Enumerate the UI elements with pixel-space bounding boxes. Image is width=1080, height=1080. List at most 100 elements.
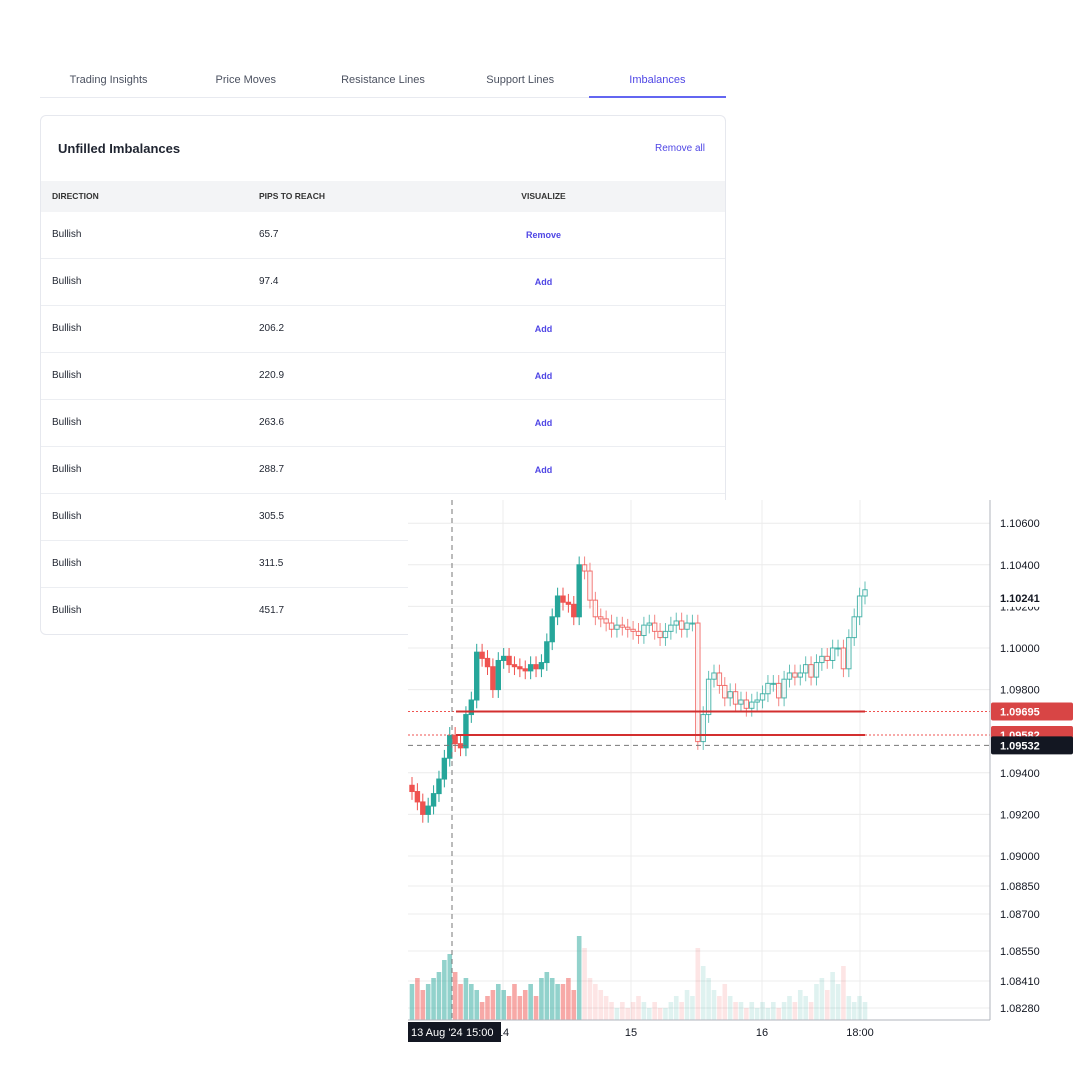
volume-bar <box>787 996 792 1020</box>
candle-body <box>506 655 512 666</box>
price-tick-label: 1.09000 <box>1000 851 1040 863</box>
candlestick-chart[interactable]: 1.106001.104001.102001.100001.098001.094… <box>408 500 1080 1045</box>
candle-body <box>727 691 733 699</box>
volume-bar <box>582 948 587 1020</box>
volume-bar <box>673 996 679 1020</box>
tab-imbalances[interactable]: Imbalances <box>588 60 727 98</box>
candle-body <box>662 630 669 639</box>
tab-price-moves[interactable]: Price Moves <box>177 60 314 97</box>
candle-body <box>549 616 555 643</box>
pips-cell: 311.5 <box>259 558 284 569</box>
candle-body <box>517 666 523 670</box>
volume-bar <box>636 996 641 1020</box>
volume-bar <box>415 978 420 1020</box>
tab-support-lines[interactable]: Support Lines <box>452 60 589 97</box>
candle-body <box>673 620 679 626</box>
candle-body <box>452 734 458 745</box>
volume-bar <box>490 990 496 1020</box>
time-tick-label: 18:00 <box>846 1027 874 1039</box>
candle-body <box>463 714 469 749</box>
volume-bar <box>684 990 690 1020</box>
candle-body <box>846 637 852 670</box>
table-header: DIRECTION PIPS TO REACH VISUALIZE <box>41 181 725 212</box>
candle-body <box>420 801 426 815</box>
candle-body <box>554 595 561 618</box>
volume-bar <box>452 972 458 1020</box>
visualize-button[interactable]: Add <box>521 400 566 446</box>
candle-body <box>754 699 760 703</box>
volume-bar <box>749 1002 755 1020</box>
volume-bar <box>539 978 544 1020</box>
volume-bar <box>609 1002 614 1020</box>
price-tick-label: 1.09400 <box>1000 768 1040 780</box>
column-visualize: VISUALIZE <box>521 191 566 201</box>
candle-body <box>802 664 809 674</box>
price-tick-label: 1.09800 <box>1000 685 1040 697</box>
candle-body <box>592 599 599 618</box>
candle-body <box>576 564 582 618</box>
candle-body <box>711 672 717 680</box>
candle-body <box>614 624 620 630</box>
volume-bar <box>700 966 706 1020</box>
volume-bar <box>420 990 426 1020</box>
candle-body <box>684 622 690 630</box>
volume-bar <box>776 1008 782 1020</box>
candle-body <box>484 657 491 668</box>
price-tick-label: 1.08410 <box>1000 976 1040 988</box>
direction-cell: Bullish <box>52 605 82 616</box>
volume-bar <box>512 984 517 1020</box>
price-chart[interactable]: 1.10600 1.10400 1.10200 1.10000 1.09800 1.094… <box>408 500 1080 1045</box>
direction-cell: Bullish <box>52 370 82 381</box>
visualize-button[interactable]: Add <box>521 306 566 352</box>
visualize-button[interactable]: Add <box>521 353 566 399</box>
volume-bar <box>593 984 598 1020</box>
volume-bar <box>819 978 825 1020</box>
candle-body <box>705 678 712 716</box>
volume-bar <box>485 996 490 1020</box>
candle-body <box>500 655 507 661</box>
price-tick-label: 1.08550 <box>1000 946 1040 958</box>
volume-bar <box>657 1008 663 1020</box>
tab-resistance-lines[interactable]: Resistance Lines <box>314 60 451 97</box>
visualize-button[interactable]: Add <box>521 447 566 493</box>
remove-all-button[interactable]: Remove all <box>655 143 705 154</box>
pips-cell: 451.7 <box>259 605 285 616</box>
candle-body <box>700 714 706 743</box>
time-tick-label: 15 <box>625 1027 637 1039</box>
candle-body <box>840 647 847 670</box>
volume-bar <box>717 996 722 1020</box>
volume-bar <box>862 1002 868 1020</box>
direction-cell: Bullish <box>52 276 82 287</box>
candle-body <box>657 630 663 639</box>
table-row: Bullish 97.4 Add <box>41 259 725 306</box>
price-tick-label: 1.10400 <box>1000 560 1040 572</box>
direction-cell: Bullish <box>52 558 82 569</box>
volume-bar <box>641 1002 647 1020</box>
volume-bar <box>722 984 728 1020</box>
volume-bar <box>846 996 852 1020</box>
volume-bar <box>835 984 841 1020</box>
volume-bar <box>458 984 463 1020</box>
price-tick-label: 1.09200 <box>1000 809 1040 821</box>
volume-bar <box>781 1002 787 1020</box>
tab-trading-insights[interactable]: Trading Insights <box>40 60 177 97</box>
card-title: Unfilled Imbalances <box>58 141 181 156</box>
candle-body <box>808 664 814 678</box>
table-row: Bullish 65.7 Remove <box>41 212 725 259</box>
direction-cell: Bullish <box>52 323 82 334</box>
volume-bar <box>522 990 528 1020</box>
candle-body <box>495 659 501 691</box>
volume-bar <box>679 1002 684 1020</box>
volume-bar <box>738 1002 744 1020</box>
candle-body <box>835 647 841 650</box>
direction-cell: Bullish <box>52 464 82 475</box>
candle-body <box>436 778 442 795</box>
table-row: Bullish 220.9 Add <box>41 353 725 400</box>
imbalance-price-label: 1.09695 <box>1000 706 1040 718</box>
visualize-button[interactable]: Remove <box>521 212 566 258</box>
volume-bar <box>792 1002 798 1020</box>
volume-bar <box>668 1002 674 1020</box>
volume-bar <box>506 996 512 1020</box>
visualize-button[interactable]: Add <box>521 259 566 305</box>
volume-bar <box>587 978 593 1020</box>
